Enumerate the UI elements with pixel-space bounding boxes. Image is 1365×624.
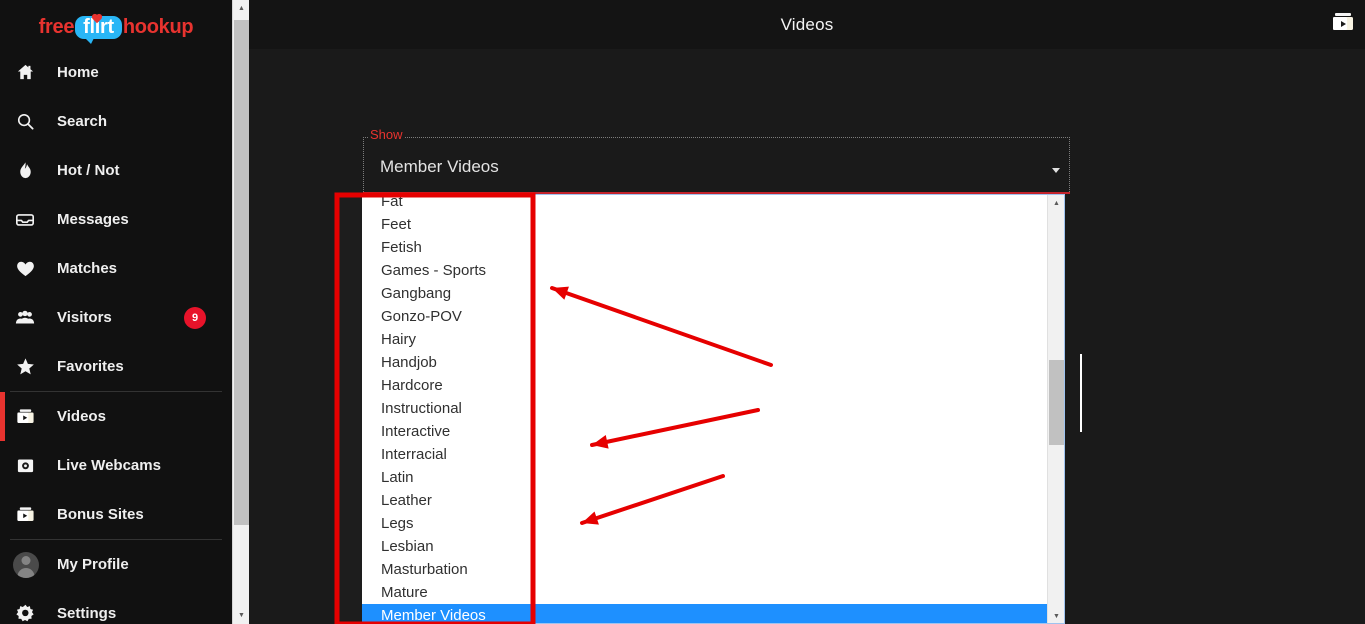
dropdown-scroll-up-icon[interactable]: ▲ bbox=[1048, 195, 1064, 212]
dropdown-option[interactable]: Latin bbox=[362, 466, 1047, 489]
sidebar-item-label: Hot / Not bbox=[57, 162, 120, 179]
brand-logo-text: free flirt hookup bbox=[38, 14, 194, 44]
sidebar-item-matches[interactable]: Matches bbox=[0, 244, 232, 293]
dropdown-scrollbar[interactable]: ▲ ▼ bbox=[1047, 195, 1064, 623]
dropdown-option[interactable]: Mature bbox=[362, 581, 1047, 604]
page-scrollbar[interactable]: ▲ ▼ bbox=[232, 0, 250, 624]
brand-logo[interactable]: free flirt hookup bbox=[0, 0, 232, 48]
sidebar-item-label: Search bbox=[57, 113, 108, 130]
page-title: Videos bbox=[780, 14, 834, 34]
dropdown-option[interactable]: Interactive bbox=[362, 420, 1047, 443]
sidebar-item-label: My Profile bbox=[57, 556, 129, 573]
video-icon bbox=[10, 408, 40, 426]
sidebar-item-label: Favorites bbox=[57, 358, 124, 375]
dropdown-option[interactable]: Gonzo-POV bbox=[362, 305, 1047, 328]
dropdown-option[interactable]: Lesbian bbox=[362, 535, 1047, 558]
video-icon[interactable] bbox=[1331, 11, 1355, 33]
sidebar-nav: Home Search Hot / Not Messages Matches Visito… bbox=[0, 48, 232, 624]
dropdown-option[interactable]: Masturbation bbox=[362, 558, 1047, 581]
dropdown-option[interactable]: Fetish bbox=[362, 236, 1047, 259]
dropdown-scroll-down-icon[interactable]: ▼ bbox=[1048, 608, 1064, 623]
logo-part-free: free bbox=[38, 15, 75, 38]
dropdown-option[interactable]: Fat bbox=[362, 195, 1047, 213]
dropdown-option[interactable]: Member Videos bbox=[362, 604, 1047, 623]
dropdown-option[interactable]: Legs bbox=[362, 512, 1047, 535]
show-filter-dropdown-list[interactable]: Fat Feet Fetish Games - Sports Gangbang Gonzo… bbox=[337, 194, 1065, 624]
star-icon bbox=[10, 357, 40, 376]
visitors-icon bbox=[10, 309, 40, 327]
show-filter-fieldset: Show Member Videos bbox=[363, 127, 1070, 192]
dropdown-option[interactable]: Gangbang bbox=[362, 282, 1047, 305]
sidebar-item-search[interactable]: Search bbox=[0, 97, 232, 146]
sidebar-item-label: Bonus Sites bbox=[57, 506, 144, 523]
sidebar-item-badge: 9 bbox=[184, 306, 206, 329]
page-header: Videos bbox=[249, 0, 1365, 49]
text-cursor bbox=[1080, 354, 1082, 432]
dropdown-gutter bbox=[338, 195, 362, 623]
home-icon bbox=[10, 63, 40, 82]
avatar-icon bbox=[10, 551, 40, 578]
dropdown-option[interactable]: Interracial bbox=[362, 443, 1047, 466]
sidebar-item-my-profile[interactable]: My Profile bbox=[0, 540, 232, 589]
logo-part-flirt-bubble: flirt bbox=[75, 14, 122, 44]
chevron-down-icon[interactable] bbox=[1052, 168, 1060, 173]
sidebar-item-messages[interactable]: Messages bbox=[0, 195, 232, 244]
webcam-icon bbox=[10, 457, 40, 475]
dropdown-option[interactable]: Handjob bbox=[362, 351, 1047, 374]
search-icon bbox=[10, 112, 40, 131]
logo-part-hookup: hookup bbox=[122, 15, 194, 38]
dropdown-scrollbar-thumb[interactable] bbox=[1049, 360, 1064, 445]
dropdown-option[interactable]: Hardcore bbox=[362, 374, 1047, 397]
sidebar-item-bonus-sites[interactable]: Bonus Sites bbox=[0, 490, 232, 539]
scroll-up-icon[interactable]: ▲ bbox=[233, 0, 250, 17]
sidebar-item-home[interactable]: Home bbox=[0, 48, 232, 97]
sidebar-item-visitors[interactable]: Visitors 9 bbox=[0, 293, 232, 342]
heart-icon bbox=[10, 260, 40, 278]
page-scrollbar-thumb[interactable] bbox=[234, 20, 249, 525]
dropdown-option[interactable]: Instructional bbox=[362, 397, 1047, 420]
sidebar-item-label: Live Webcams bbox=[57, 457, 161, 474]
dropdown-options: Fat Feet Fetish Games - Sports Gangbang Gonzo… bbox=[362, 195, 1047, 623]
sidebar-item-settings[interactable]: Settings bbox=[0, 589, 232, 624]
sidebar-item-videos[interactable]: Videos bbox=[0, 392, 232, 441]
inbox-icon bbox=[10, 210, 40, 229]
app-root: free flirt hookup Home Search Hot / Not Mes… bbox=[0, 0, 1365, 624]
sidebar-item-favorites[interactable]: Favorites bbox=[0, 342, 232, 391]
dropdown-option[interactable]: Games - Sports bbox=[362, 259, 1047, 282]
video-icon bbox=[10, 506, 40, 524]
show-filter-label: Show bbox=[368, 127, 405, 142]
dropdown-option[interactable]: Hairy bbox=[362, 328, 1047, 351]
sidebar-item-label: Videos bbox=[57, 408, 106, 425]
sidebar-item-label: Visitors bbox=[57, 309, 112, 326]
scroll-down-icon[interactable]: ▼ bbox=[233, 607, 250, 624]
main-content: Show Member Videos Fat Feet Fetish Games - … bbox=[249, 49, 1365, 624]
show-filter-select[interactable]: Member Videos bbox=[380, 157, 499, 177]
sidebar-item-label: Home bbox=[57, 64, 99, 81]
sidebar-item-live-webcams[interactable]: Live Webcams bbox=[0, 441, 232, 490]
gear-icon bbox=[10, 604, 40, 623]
sidebar: free flirt hookup Home Search Hot / Not Mes… bbox=[0, 0, 232, 624]
sidebar-item-hot-not[interactable]: Hot / Not bbox=[0, 146, 232, 195]
dropdown-option[interactable]: Feet bbox=[362, 213, 1047, 236]
dropdown-option[interactable]: Leather bbox=[362, 489, 1047, 512]
sidebar-item-label: Matches bbox=[57, 260, 118, 277]
flame-icon bbox=[10, 161, 40, 180]
sidebar-item-label: Settings bbox=[57, 605, 117, 622]
sidebar-item-label: Messages bbox=[57, 211, 129, 228]
